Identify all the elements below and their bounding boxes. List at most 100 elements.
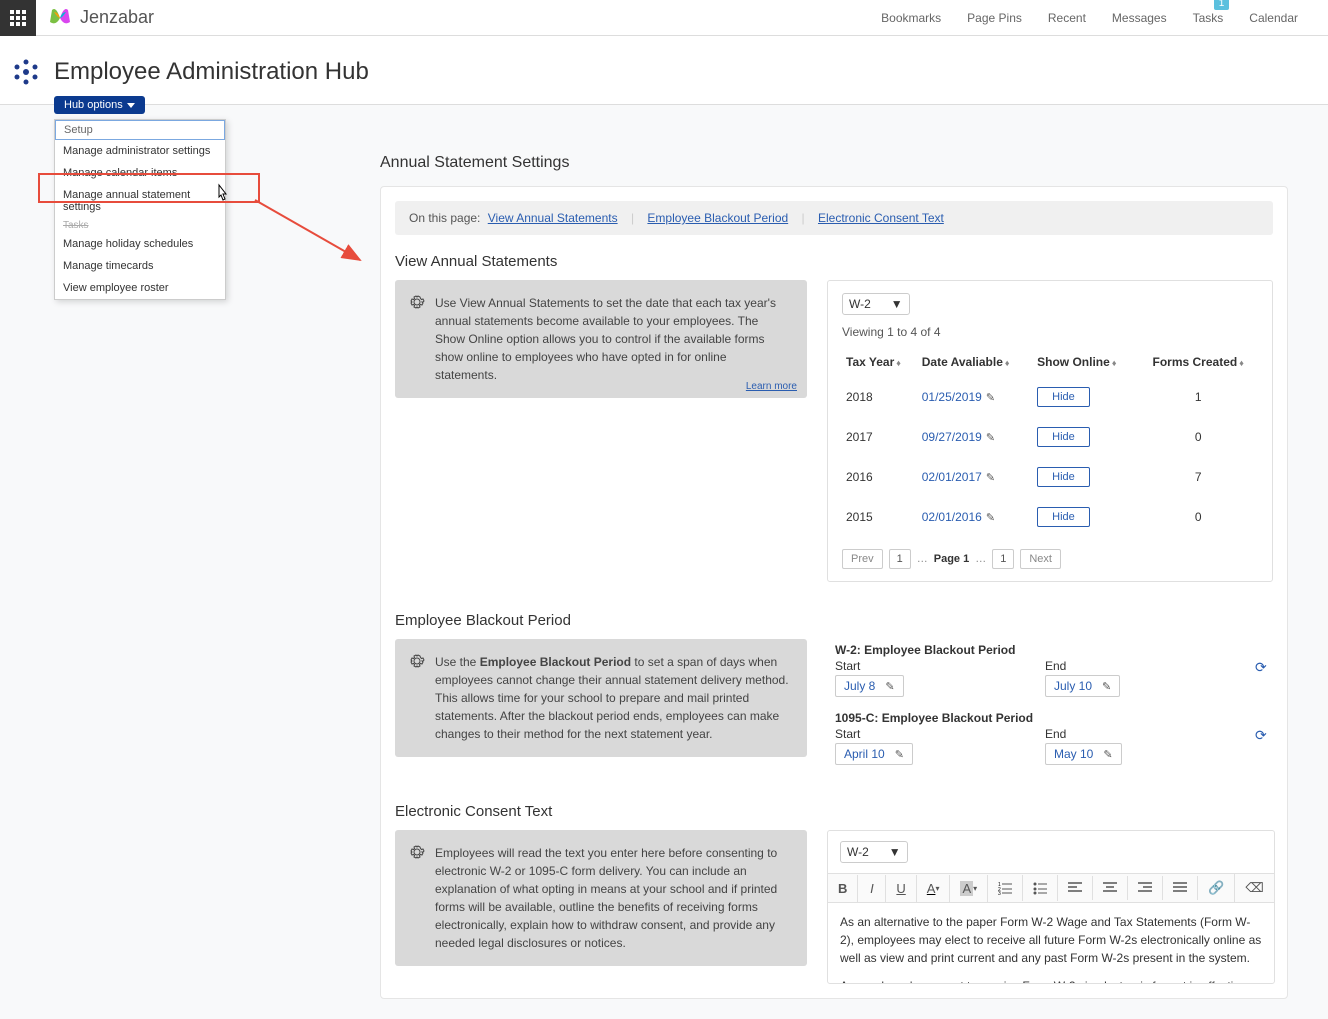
- blackout-info-text: Use the Employee Blackout Period to set …: [435, 653, 791, 743]
- pager-dots: …: [975, 553, 986, 565]
- start-label: Start: [835, 659, 985, 673]
- align-left-button[interactable]: [1058, 876, 1093, 900]
- unordered-list-button[interactable]: [1023, 875, 1058, 901]
- cell-date-available[interactable]: 02/01/2016✎: [918, 497, 1033, 537]
- end-label: End: [1045, 727, 1195, 741]
- refresh-icon[interactable]: ⟳: [1255, 659, 1267, 675]
- pencil-icon[interactable]: ✎: [986, 392, 995, 404]
- dropdown-item-holiday-schedules[interactable]: Manage holiday schedules: [55, 233, 225, 255]
- jenzabar-butterfly-icon: [46, 4, 74, 32]
- pager-current: Page 1: [934, 553, 969, 565]
- c1095-start-value[interactable]: April 10✎: [835, 743, 913, 765]
- cell-show-online: Hide: [1033, 497, 1138, 537]
- onpage-link-consent[interactable]: Electronic Consent Text: [818, 211, 944, 225]
- col-date-available[interactable]: Date Avaliable♦: [918, 347, 1033, 377]
- hub-options-button[interactable]: Hub options: [54, 96, 145, 114]
- cell-date-available[interactable]: 01/25/2019✎: [918, 377, 1033, 417]
- highlight-button[interactable]: A ▾: [950, 875, 988, 902]
- nav-calendar[interactable]: Calendar: [1249, 5, 1298, 31]
- align-justify-button[interactable]: [1163, 876, 1198, 900]
- italic-button[interactable]: I: [858, 875, 886, 902]
- pencil-icon[interactable]: ✎: [895, 748, 904, 761]
- pencil-icon[interactable]: ✎: [986, 432, 995, 444]
- link-button[interactable]: 🔗: [1198, 874, 1235, 902]
- caret-down-icon: ▼: [891, 297, 903, 311]
- pencil-icon[interactable]: ✎: [986, 472, 995, 484]
- hide-button[interactable]: Hide: [1037, 467, 1090, 487]
- pager-next[interactable]: Next: [1020, 549, 1061, 569]
- c1095-blackout-title: 1095-C: Employee Blackout Period: [835, 711, 1267, 725]
- pager-page-1b[interactable]: 1: [992, 549, 1014, 569]
- cell-date-available[interactable]: 09/27/2019✎: [918, 417, 1033, 457]
- w2-end-value[interactable]: July 10✎: [1045, 675, 1120, 697]
- view-annual-info-text: Use View Annual Statements to set the da…: [435, 294, 791, 384]
- cell-show-online: Hide: [1033, 417, 1138, 457]
- pencil-icon[interactable]: ✎: [1103, 748, 1112, 761]
- dropdown-header-setup: Setup: [55, 120, 225, 140]
- cell-tax-year: 2018: [842, 377, 918, 417]
- nav-bookmarks[interactable]: Bookmarks: [881, 5, 941, 31]
- cell-tax-year: 2017: [842, 417, 918, 457]
- sort-icon: ♦: [1112, 358, 1117, 368]
- main-content: Annual Statement Settings On this page: …: [380, 122, 1328, 999]
- pencil-icon[interactable]: ✎: [1102, 680, 1111, 693]
- form-type-select[interactable]: W-2 ▼: [842, 293, 910, 315]
- refresh-icon[interactable]: ⟳: [1255, 727, 1267, 743]
- underline-button[interactable]: U: [886, 875, 916, 902]
- hub-title: Employee Administration Hub: [54, 58, 369, 86]
- hide-button[interactable]: Hide: [1037, 387, 1090, 407]
- apps-menu-button[interactable]: [0, 0, 36, 36]
- hub-options-label: Hub options: [64, 99, 123, 111]
- bold-button[interactable]: B: [828, 875, 858, 902]
- w2-start-value[interactable]: July 8✎: [835, 675, 904, 697]
- consent-info-box: Employees will read the text you enter h…: [395, 830, 807, 966]
- consent-editor-body[interactable]: As an alternative to the paper Form W-2 …: [828, 903, 1274, 983]
- dropdown-item-employee-roster[interactable]: View employee roster: [55, 277, 225, 299]
- nav-recent[interactable]: Recent: [1048, 5, 1086, 31]
- nav-messages[interactable]: Messages: [1112, 5, 1167, 31]
- nav-tasks[interactable]: 1 Tasks: [1193, 5, 1224, 31]
- dropdown-item-annual-statement[interactable]: Manage annual statement settings: [55, 184, 225, 218]
- consent-info-text: Employees will read the text you enter h…: [435, 844, 791, 952]
- align-right-button[interactable]: [1128, 876, 1163, 900]
- col-forms-created[interactable]: Forms Created♦: [1138, 347, 1258, 377]
- viewing-count-text: Viewing 1 to 4 of 4: [842, 325, 1258, 339]
- consent-paragraph-1: As an alternative to the paper Form W-2 …: [840, 913, 1262, 967]
- onpage-link-view-annual[interactable]: View Annual Statements: [488, 211, 618, 225]
- hide-button[interactable]: Hide: [1037, 427, 1090, 447]
- nav-page-pins[interactable]: Page Pins: [967, 5, 1022, 31]
- settings-container: On this page: View Annual Statements | E…: [380, 186, 1288, 999]
- cell-date-available[interactable]: 02/01/2017✎: [918, 457, 1033, 497]
- clear-format-button[interactable]: ⌫: [1235, 874, 1273, 902]
- pencil-icon[interactable]: ✎: [986, 512, 995, 524]
- dropdown-item-timecards[interactable]: Manage timecards: [55, 255, 225, 277]
- consent-form-type-select[interactable]: W-2 ▼: [840, 841, 908, 863]
- align-center-button[interactable]: [1093, 876, 1128, 900]
- pager-page-1[interactable]: 1: [889, 549, 911, 569]
- pencil-icon[interactable]: ✎: [885, 680, 894, 693]
- brand-name: Jenzabar: [80, 7, 154, 28]
- font-color-button[interactable]: A ▾: [917, 875, 951, 902]
- top-bar: Jenzabar Bookmarks Page Pins Recent Mess…: [0, 0, 1328, 36]
- col-show-online[interactable]: Show Online♦: [1033, 347, 1138, 377]
- separator: |: [631, 211, 634, 225]
- blackout-panel: W-2: Employee Blackout Period Start July…: [827, 639, 1275, 783]
- brand-logo[interactable]: Jenzabar: [36, 4, 154, 32]
- pager-prev[interactable]: Prev: [842, 549, 883, 569]
- dropdown-item-tasks[interactable]: Tasks: [55, 218, 225, 233]
- col-tax-year[interactable]: Tax Year♦: [842, 347, 918, 377]
- w2-blackout-title: W-2: Employee Blackout Period: [835, 643, 1267, 657]
- page-title: Annual Statement Settings: [380, 154, 1288, 172]
- hub-icon: [10, 56, 42, 88]
- section-view-annual-title: View Annual Statements: [395, 253, 1273, 270]
- ordered-list-button[interactable]: 123: [988, 875, 1023, 901]
- hide-button[interactable]: Hide: [1037, 507, 1090, 527]
- table-row: 201502/01/2016✎Hide0: [842, 497, 1258, 537]
- c1095-end-value[interactable]: May 10✎: [1045, 743, 1122, 765]
- onpage-link-blackout[interactable]: Employee Blackout Period: [647, 211, 788, 225]
- learn-more-link[interactable]: Learn more: [746, 381, 797, 392]
- rich-text-toolbar: B I U A ▾ A ▾ 123: [828, 874, 1274, 903]
- dropdown-item-calendar-items[interactable]: Manage calendar items: [55, 162, 225, 184]
- dropdown-item-admin-settings[interactable]: Manage administrator settings: [55, 140, 225, 162]
- cell-tax-year: 2016: [842, 457, 918, 497]
